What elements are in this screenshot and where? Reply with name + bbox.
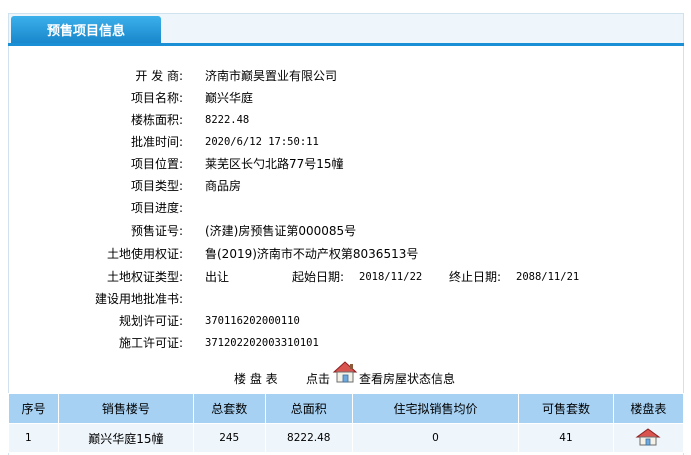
field-value: (济建)房预售证第000085号: [205, 224, 357, 238]
field-label: 项目类型:: [130, 179, 183, 193]
field-value: 371202202003310101: [205, 337, 319, 349]
field-value: 370116202000110: [205, 315, 300, 327]
field-label: 楼栋面积:: [130, 113, 183, 127]
start-date-label: 起始日期:: [292, 270, 345, 284]
field-value: 鲁(2019)济南市不动产权第8036513号: [205, 247, 419, 261]
tab-presale-info[interactable]: 预售项目信息: [11, 16, 161, 43]
cell-index: 1: [8, 423, 59, 453]
field-label: 项目进度:: [130, 201, 183, 215]
cell-units: 245: [192, 423, 266, 453]
field-label: 土地使用权证:: [106, 247, 183, 261]
cell-building-table[interactable]: [612, 423, 685, 453]
field-value: 2020/6/12 17:50:11: [205, 136, 319, 148]
start-date-value: 2018/11/22: [359, 271, 423, 283]
field-label: 开 发 商:: [135, 69, 183, 83]
field-label: 土地权证类型:: [106, 270, 183, 284]
col-header-area: 总面积: [264, 393, 353, 424]
field-value: 莱芜区长勺北路77号15幢: [205, 157, 344, 171]
view-house-status-link[interactable]: 查看房屋状态信息: [359, 368, 455, 390]
cell-area: 8222.48: [264, 423, 353, 453]
cell-building: 巅兴华庭15幢: [57, 423, 194, 453]
field-value: 商品房: [205, 179, 242, 193]
end-date-label: 终止日期:: [449, 270, 502, 284]
field-label: 预售证号:: [130, 224, 183, 238]
field-value: 8222.48: [205, 114, 250, 126]
field-label: 项目名称:: [130, 91, 183, 105]
cell-price: 0: [351, 423, 520, 453]
table-row: 1 巅兴华庭15幢 245 8222.48 0 41: [8, 423, 685, 453]
field-label: 规划许可证:: [118, 314, 183, 328]
building-table-caption: 楼 盘 表: [234, 372, 278, 386]
field-value: 济南市巅昊置业有限公司: [205, 69, 338, 83]
field-label: 施工许可证:: [118, 336, 183, 350]
cell-available: 41: [518, 423, 614, 453]
house-icon[interactable]: [332, 360, 358, 387]
sales-table: 序号 销售楼号 总套数 总面积 住宅拟销售均价 可售套数 楼盘表 1 巅兴华庭1…: [8, 393, 685, 453]
col-header-price: 住宅拟销售均价: [351, 393, 520, 424]
field-label: 建设用地批准书:: [94, 292, 183, 306]
col-header-units: 总套数: [192, 393, 266, 424]
end-date-value: 2088/11/21: [516, 271, 580, 283]
table-header-row: 序号 销售楼号 总套数 总面积 住宅拟销售均价 可售套数 楼盘表: [8, 393, 685, 424]
click-label: 点击: [306, 372, 331, 386]
field-land-cert-type: 土地权证类型: 出让 起始日期: 2018/11/22 终止日期: 2088/1…: [0, 267, 676, 287]
field-value: 出让: [205, 270, 230, 284]
field-label: 批准时间:: [130, 135, 183, 149]
col-header-available: 可售套数: [518, 393, 614, 424]
field-value: 巅兴华庭: [205, 91, 254, 105]
field-label: 项目位置:: [130, 157, 183, 171]
col-header-building: 销售楼号: [57, 393, 194, 424]
col-header-index: 序号: [8, 393, 59, 424]
house-icon[interactable]: [635, 427, 661, 449]
col-header-building-table: 楼盘表: [612, 393, 685, 424]
